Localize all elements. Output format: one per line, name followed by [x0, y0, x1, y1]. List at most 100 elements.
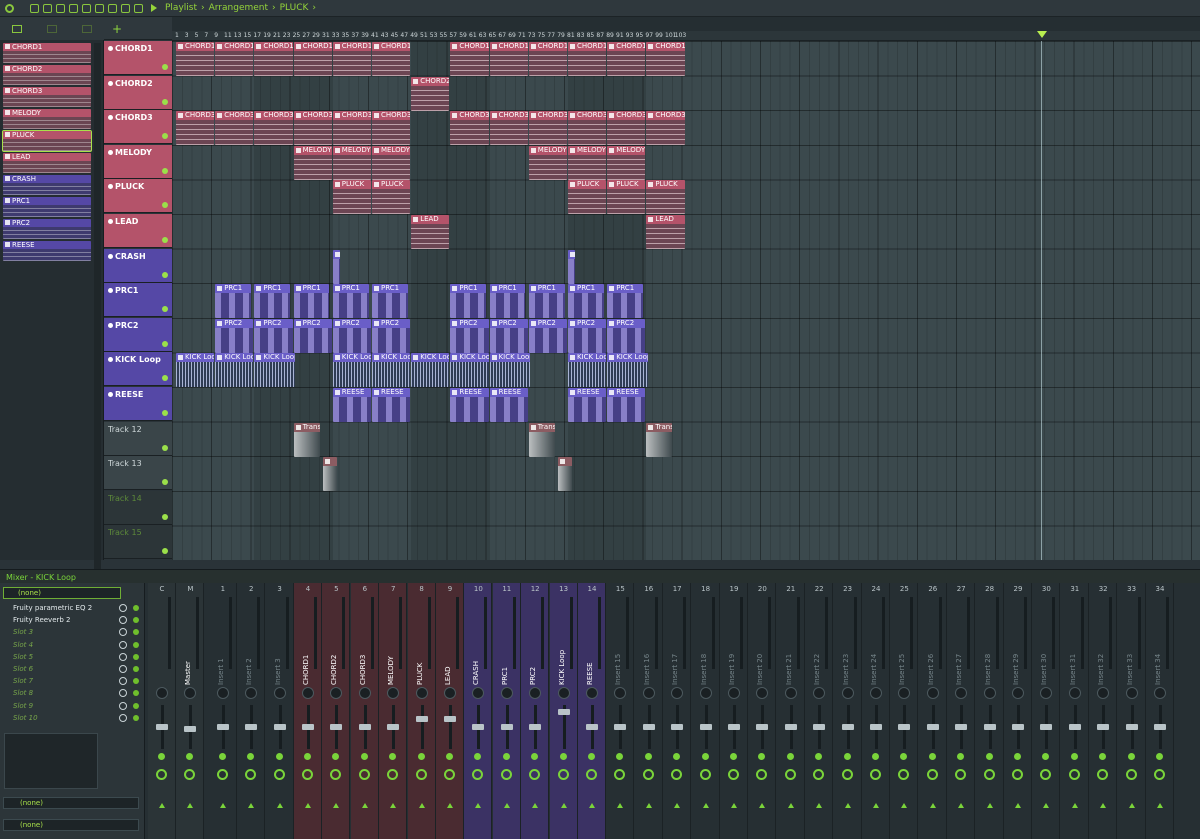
playlist-clip[interactable]: KICK Loop	[372, 353, 411, 388]
track-mute-indicator[interactable]	[162, 479, 168, 486]
playlist-clip[interactable]: KICK Loop	[254, 353, 296, 388]
send-arrow-icon[interactable]	[219, 803, 226, 808]
playlist-clip[interactable]: PLUCK	[607, 180, 646, 215]
playlist-clip[interactable]: CHORD1	[568, 42, 607, 76]
mute-led[interactable]	[304, 753, 311, 760]
route-toggle[interactable]	[614, 769, 626, 780]
route-toggle[interactable]	[1125, 769, 1137, 780]
playlist-clip[interactable]: PRC2	[215, 318, 254, 353]
track-header[interactable]: CHORD3	[104, 110, 172, 145]
playlist-clip[interactable]: KICK Loop	[332, 353, 371, 388]
volume-fader-handle[interactable]	[813, 724, 826, 730]
send-arrow-icon[interactable]	[532, 803, 539, 808]
pan-knob[interactable]	[756, 687, 769, 699]
mixer-slot[interactable]: Slot 9	[3, 701, 143, 712]
slot-enable-led[interactable]	[133, 605, 139, 611]
volume-fader-handle[interactable]	[784, 724, 797, 730]
slip-tool-icon[interactable]	[82, 3, 91, 13]
track-mute-indicator[interactable]	[162, 202, 168, 209]
mixer-strip[interactable]: 33 Insert 33	[1118, 583, 1146, 839]
send-arrow-icon[interactable]	[844, 803, 851, 808]
pan-knob[interactable]	[472, 687, 485, 699]
volume-fader-handle[interactable]	[898, 724, 911, 730]
pan-knob[interactable]	[500, 687, 513, 699]
pan-knob[interactable]	[841, 687, 854, 699]
mute-led[interactable]	[474, 753, 482, 760]
mixer-strip[interactable]: 24 Insert 24	[862, 583, 890, 839]
mixer-strip[interactable]: 13 KICK Loop	[549, 583, 578, 839]
pan-knob[interactable]	[870, 687, 882, 699]
picker-pattern[interactable]: LEAD	[3, 153, 91, 173]
playlist-clip[interactable]: MELODY	[528, 145, 567, 180]
playlist-clip[interactable]: CHORD3	[215, 111, 254, 146]
mixer-strip[interactable]: 8 PLUCK	[407, 583, 436, 839]
mute-led[interactable]	[730, 753, 737, 760]
route-toggle[interactable]	[1012, 769, 1023, 780]
mute-led[interactable]	[218, 753, 226, 760]
pan-knob[interactable]	[184, 687, 197, 699]
volume-fader-handle[interactable]	[983, 724, 996, 730]
track-header[interactable]: Track 15	[104, 525, 172, 560]
mute-led[interactable]	[872, 753, 879, 760]
playlist-clip[interactable]: CHORD3	[254, 111, 293, 146]
playlist-clip[interactable]	[568, 249, 576, 284]
mute-led[interactable]	[332, 753, 340, 760]
playlist-clip[interactable]: CHORD1	[646, 42, 685, 76]
send-arrow-icon[interactable]	[475, 803, 482, 808]
playlist-clip[interactable]: REESE	[332, 388, 371, 422]
send-arrow-icon[interactable]	[248, 803, 255, 808]
mixer-strip[interactable]: 5 CHORD2	[322, 583, 351, 839]
playlist-clip[interactable]: REESE	[607, 388, 646, 422]
volume-fader-handle[interactable]	[926, 724, 939, 730]
volume-fader-handle[interactable]	[500, 724, 513, 730]
mixer-strip[interactable]: 21 Insert 21	[777, 583, 805, 839]
track-header[interactable]: CHORD1	[104, 41, 172, 75]
mixer-slot[interactable]: Fruity parametric EQ 2	[3, 603, 143, 614]
mute-led[interactable]	[701, 753, 709, 760]
mute-led[interactable]	[985, 753, 993, 760]
volume-fader-handle[interactable]	[699, 724, 712, 730]
route-toggle[interactable]	[898, 769, 910, 780]
volume-fader-track[interactable]	[420, 705, 424, 749]
mixer-strip[interactable]: 11 PRC1	[492, 583, 521, 839]
slot-mix-knob[interactable]	[119, 701, 127, 710]
track-header[interactable]: CRASH	[104, 248, 172, 283]
mixer-strip[interactable]: 27 Insert 27	[947, 583, 976, 839]
pencil-tool-icon[interactable]	[30, 3, 39, 13]
route-toggle[interactable]	[358, 769, 370, 780]
playlist-clip[interactable]: CHORD3	[568, 111, 607, 146]
playlist-clip[interactable]: CHORD2	[411, 76, 450, 111]
playlist-clip[interactable]: PRC1	[607, 284, 643, 319]
mixer-strip[interactable]: 25 Insert 25	[890, 583, 919, 839]
playlist-clip[interactable]: PLUCK	[568, 180, 607, 215]
mute-led[interactable]	[758, 753, 766, 760]
pan-knob[interactable]	[444, 687, 456, 699]
pan-knob[interactable]	[614, 687, 627, 699]
volume-fader-handle[interactable]	[1154, 724, 1166, 730]
route-toggle[interactable]	[529, 769, 541, 780]
route-toggle[interactable]	[699, 769, 711, 780]
playlist-clip[interactable]: MELODY	[293, 145, 332, 180]
pan-knob[interactable]	[216, 687, 229, 699]
track-mute-indicator[interactable]	[162, 340, 168, 347]
mixer-strip[interactable]: 12 PRC2	[521, 583, 550, 839]
playlist-clip[interactable]: CHORD3	[489, 111, 528, 146]
playlist-clip[interactable]: PRC1	[372, 284, 408, 319]
slot-enable-led[interactable]	[133, 629, 139, 636]
volume-fader-handle[interactable]	[642, 724, 655, 730]
playlist-clip[interactable]: CHORD1	[254, 42, 293, 76]
slot-enable-led[interactable]	[133, 641, 139, 648]
track-mute-indicator[interactable]	[162, 133, 168, 140]
pan-knob[interactable]	[529, 687, 542, 699]
mixer-strip[interactable]: 9 LEAD	[436, 583, 464, 839]
playlist-clip[interactable]: PRC1	[489, 284, 526, 319]
pan-knob[interactable]	[813, 687, 826, 699]
playlist-clip[interactable]: REESE	[372, 388, 411, 422]
mixer-strip[interactable]: 26 Insert 26	[919, 583, 947, 839]
volume-fader-handle[interactable]	[955, 724, 968, 730]
route-toggle[interactable]	[784, 769, 796, 780]
mixer-strip[interactable]: 28 Insert 28	[976, 583, 1004, 839]
mixer-strip[interactable]: 20 Insert 20	[748, 583, 777, 839]
automation-mode-icon[interactable]	[81, 24, 92, 33]
playlist-clip[interactable]: CHORD1	[489, 42, 528, 76]
